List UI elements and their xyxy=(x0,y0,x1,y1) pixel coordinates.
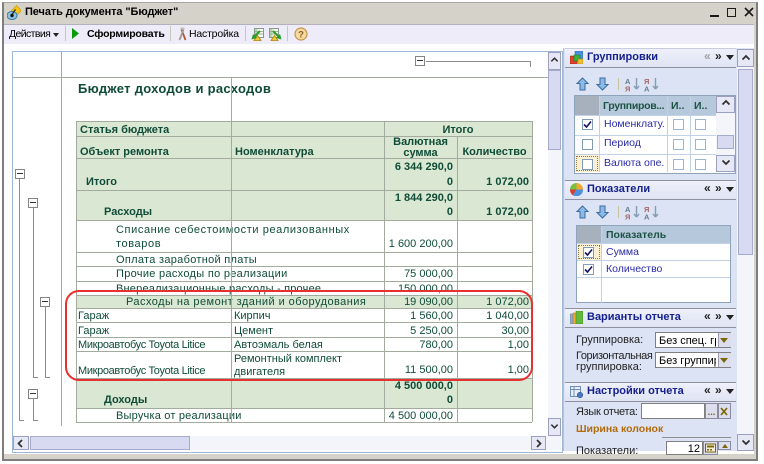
svg-text:Я: Я xyxy=(625,85,630,93)
svg-text:А: А xyxy=(644,213,650,221)
svg-text:Я: Я xyxy=(625,213,630,221)
svg-text:А: А xyxy=(644,85,650,93)
svg-text:?: ? xyxy=(298,30,304,41)
